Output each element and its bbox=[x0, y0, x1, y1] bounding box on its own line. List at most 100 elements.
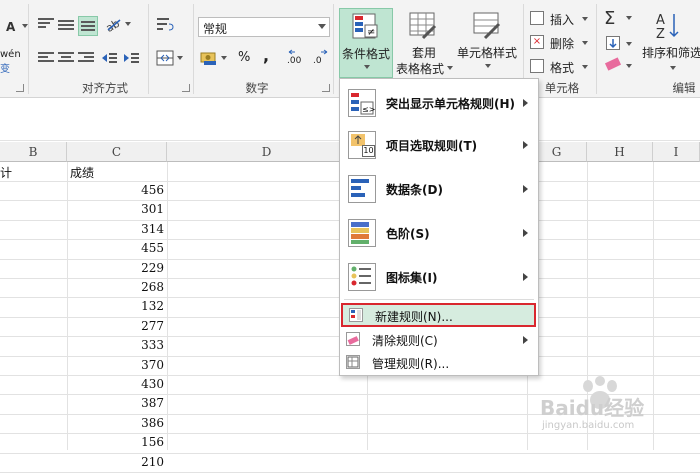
menu-item-clear-rules[interactable]: 清除规则(C) bbox=[340, 329, 538, 351]
grid-line bbox=[0, 452, 700, 454]
wrap-text-icon[interactable] bbox=[156, 16, 174, 32]
comma-button[interactable]: , bbox=[263, 46, 269, 65]
cell-c1-header[interactable]: 成绩 bbox=[70, 164, 94, 181]
insert-label: 插入 bbox=[550, 13, 575, 27]
increase-decimal-label: .00 bbox=[287, 56, 302, 66]
column-header-i[interactable]: I bbox=[653, 142, 700, 162]
menu-item-label: 数据条(D) bbox=[386, 183, 443, 197]
menu-item-new-rule[interactable]: 新建规则(N)... bbox=[341, 303, 536, 327]
percent-button[interactable]: % bbox=[238, 50, 250, 65]
cell-value[interactable]: 301 bbox=[130, 202, 164, 216]
cell-value[interactable]: 210 bbox=[130, 455, 164, 469]
number-dialog-launcher[interactable] bbox=[322, 84, 330, 92]
sort-filter-icon: AZ bbox=[654, 10, 682, 42]
align-bottom-icon[interactable] bbox=[78, 16, 98, 36]
chevron-down-icon bbox=[582, 17, 588, 21]
submenu-arrow-icon bbox=[523, 141, 528, 149]
cell-styles-button[interactable]: 单元格样式 bbox=[455, 8, 521, 78]
cell-value[interactable]: 430 bbox=[130, 377, 164, 391]
menu-item-highlight-cells-rules[interactable]: ≤> 突出显示单元格规则(H) bbox=[340, 83, 538, 123]
svg-text:≤>: ≤> bbox=[362, 105, 375, 114]
alignment-dialog-launcher[interactable] bbox=[182, 84, 190, 92]
chevron-down-icon bbox=[364, 65, 370, 69]
chevron-down-icon[interactable] bbox=[177, 56, 183, 60]
decrease-decimal-icon[interactable]: .0 bbox=[311, 48, 329, 68]
chevron-down-icon[interactable] bbox=[626, 64, 632, 68]
fill-icon[interactable] bbox=[606, 36, 620, 50]
increase-indent-icon[interactable] bbox=[122, 50, 140, 66]
chevron-down-icon bbox=[485, 64, 491, 68]
chevron-down-icon[interactable] bbox=[626, 16, 632, 20]
align-center-icon[interactable] bbox=[58, 52, 74, 64]
cell-value[interactable]: 268 bbox=[130, 280, 164, 294]
column-header-d[interactable]: D bbox=[167, 142, 367, 162]
submenu-arrow-icon bbox=[523, 273, 528, 281]
cell-value[interactable]: 456 bbox=[130, 183, 164, 197]
align-left-icon[interactable] bbox=[38, 52, 54, 64]
highlight-cells-icon: ≤> bbox=[348, 89, 376, 117]
icon-sets-icon bbox=[348, 263, 376, 291]
phonetic-icon[interactable]: 变 bbox=[0, 60, 10, 75]
group-separator bbox=[596, 4, 597, 94]
menu-item-color-scales[interactable]: 色阶(S) bbox=[340, 213, 538, 253]
conditional-format-icon: ≠ bbox=[352, 13, 380, 41]
orientation-icon[interactable]: ab bbox=[104, 16, 122, 35]
font-dialog-launcher[interactable] bbox=[16, 84, 24, 92]
chevron-down-icon bbox=[582, 65, 588, 69]
menu-item-icon-sets[interactable]: 图标集(I) bbox=[340, 257, 538, 297]
new-rule-icon bbox=[349, 308, 363, 322]
cell-value[interactable]: 156 bbox=[130, 435, 164, 449]
currency-icon[interactable] bbox=[200, 50, 218, 66]
cell-value[interactable]: 370 bbox=[130, 358, 164, 372]
cell-value[interactable]: 132 bbox=[130, 299, 164, 313]
edit-group-label: 编辑 bbox=[672, 81, 696, 95]
align-middle-icon[interactable] bbox=[58, 20, 74, 32]
autosum-icon[interactable]: Σ bbox=[604, 8, 615, 29]
cell-value[interactable]: 387 bbox=[130, 396, 164, 410]
chevron-down-icon[interactable] bbox=[221, 56, 227, 60]
group-separator bbox=[193, 4, 194, 94]
insert-button[interactable]: 插入 bbox=[530, 10, 594, 28]
align-right-icon[interactable] bbox=[78, 52, 94, 64]
sort-filter-button[interactable]: AZ 排序和筛选 bbox=[638, 8, 700, 78]
cell-value[interactable]: 229 bbox=[130, 261, 164, 275]
cell-value[interactable]: 333 bbox=[130, 338, 164, 352]
font-color-a[interactable]: A bbox=[6, 20, 15, 34]
grid-line bbox=[167, 162, 168, 450]
format-icon bbox=[530, 59, 544, 73]
grid-line bbox=[67, 162, 68, 450]
menu-item-manage-rules[interactable]: 管理规则(R)... bbox=[340, 352, 538, 374]
cell-value[interactable]: 455 bbox=[130, 241, 164, 255]
menu-item-label: 清除规则(C) bbox=[372, 334, 438, 348]
decrease-indent-icon[interactable] bbox=[100, 50, 118, 66]
cell-value[interactable]: 314 bbox=[130, 222, 164, 236]
svg-text:Z: Z bbox=[656, 27, 665, 40]
number-format-select[interactable]: 常规 bbox=[198, 17, 330, 37]
menu-item-data-bars[interactable]: 数据条(D) bbox=[340, 169, 538, 209]
merge-center-icon[interactable] bbox=[156, 50, 174, 66]
menu-item-top-bottom-rules[interactable]: 10 项目选取规则(T) bbox=[340, 125, 538, 165]
cell-value[interactable]: 386 bbox=[130, 416, 164, 430]
chevron-down-icon[interactable] bbox=[125, 22, 131, 26]
cell-b1-partial[interactable]: 计 bbox=[0, 164, 12, 181]
svg-text:≠: ≠ bbox=[367, 27, 375, 38]
phonetic-label[interactable]: wén bbox=[0, 49, 21, 60]
delete-button[interactable]: × 删除 bbox=[530, 34, 594, 52]
column-header-c[interactable]: C bbox=[67, 142, 167, 162]
format-as-table-label-1: 套用 bbox=[411, 46, 436, 60]
decrease-decimal-label: .0 bbox=[313, 56, 322, 66]
conditional-format-button[interactable]: ≠ 条件格式 bbox=[339, 8, 393, 78]
menu-item-label: 图标集(I) bbox=[386, 271, 438, 285]
cell-styles-icon bbox=[473, 12, 501, 40]
format-button[interactable]: 格式 bbox=[530, 58, 594, 76]
chevron-down-icon[interactable] bbox=[626, 42, 632, 46]
format-as-table-label-2: 表格格式 bbox=[395, 62, 444, 76]
cells-group-label: 单元格 bbox=[544, 81, 580, 95]
increase-decimal-icon[interactable]: .00 bbox=[287, 48, 305, 68]
clear-icon[interactable] bbox=[604, 57, 622, 71]
column-header-b[interactable]: B bbox=[0, 142, 67, 162]
cell-value[interactable]: 277 bbox=[130, 319, 164, 333]
align-top-icon[interactable] bbox=[38, 18, 54, 30]
format-as-table-button[interactable]: 套用 表格格式 bbox=[395, 8, 453, 78]
column-header-h[interactable]: H bbox=[587, 142, 653, 162]
